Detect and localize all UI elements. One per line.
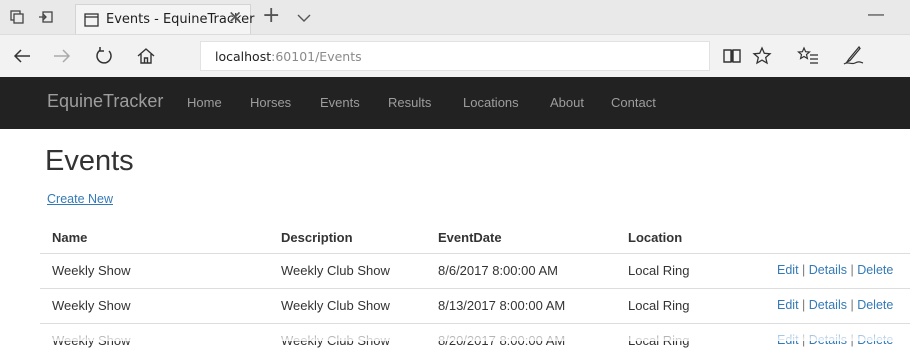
separator: |	[850, 263, 854, 277]
tab-actions-icon[interactable]	[9, 9, 25, 25]
favorite-star-icon[interactable]	[752, 46, 772, 71]
browser-tab-strip: Events - EquineTracker ✕ + —	[0, 0, 910, 35]
set-tabs-aside-icon[interactable]	[38, 9, 54, 25]
cell-description: Weekly Club Show	[281, 298, 390, 313]
separator: |	[802, 263, 806, 277]
chevron-down-icon[interactable]	[297, 10, 311, 28]
nav-link-horses[interactable]: Horses	[250, 95, 291, 110]
new-tab-icon[interactable]: +	[262, 3, 280, 28]
separator: |	[802, 298, 806, 312]
site-brand[interactable]: EquineTracker	[47, 91, 163, 112]
bottom-fade	[0, 330, 910, 341]
nav-link-about[interactable]: About	[550, 95, 584, 110]
address-bar[interactable]: localhost:60101/Events	[200, 41, 710, 71]
row-actions: Edit | Details | Delete	[777, 263, 893, 277]
cell-location: Local Ring	[628, 263, 690, 278]
favorites-hub-icon[interactable]	[797, 46, 819, 71]
site-navbar: EquineTracker Home Horses Events Results…	[0, 77, 910, 129]
separator: |	[850, 298, 854, 312]
header-divider	[40, 253, 910, 254]
nav-link-results[interactable]: Results	[388, 95, 431, 110]
column-header-eventdate: EventDate	[438, 230, 502, 245]
nav-link-home[interactable]: Home	[187, 95, 222, 110]
nav-link-contact[interactable]: Contact	[611, 95, 656, 110]
cell-location: Local Ring	[628, 298, 690, 313]
home-icon[interactable]	[136, 46, 156, 71]
column-header-name: Name	[52, 230, 88, 245]
row-actions: Edit | Details | Delete	[777, 298, 893, 312]
url-path: :60101/Events	[271, 49, 362, 64]
back-arrow-icon[interactable]	[12, 46, 32, 71]
browser-toolbar: localhost:60101/Events	[0, 35, 910, 77]
column-header-location: Location	[628, 230, 683, 245]
url-host: localhost	[215, 49, 272, 64]
nav-link-locations[interactable]: Locations	[463, 95, 519, 110]
refresh-icon[interactable]	[94, 46, 114, 71]
cell-eventdate: 8/6/2017 8:00:00 AM	[438, 263, 558, 278]
create-new-link[interactable]: Create New	[47, 192, 113, 206]
page-title: Events	[45, 145, 134, 177]
delete-link[interactable]: Delete	[857, 298, 893, 312]
edit-link[interactable]: Edit	[777, 298, 799, 312]
close-tab-icon[interactable]: ✕	[228, 8, 242, 28]
delete-link[interactable]: Delete	[857, 263, 893, 277]
column-header-description: Description	[281, 230, 353, 245]
minimize-icon[interactable]: —	[868, 6, 884, 24]
row-divider	[40, 288, 910, 289]
row-divider	[40, 323, 910, 324]
edit-link[interactable]: Edit	[777, 263, 799, 277]
nav-link-events[interactable]: Events	[320, 95, 360, 110]
details-link[interactable]: Details	[809, 298, 847, 312]
reading-view-icon[interactable]	[722, 46, 742, 71]
details-link[interactable]: Details	[809, 263, 847, 277]
cell-name: Weekly Show	[52, 263, 131, 278]
url-text: localhost:60101/Events	[215, 49, 362, 64]
forward-arrow-icon[interactable]	[52, 46, 72, 71]
cell-description: Weekly Club Show	[281, 263, 390, 278]
cell-name: Weekly Show	[52, 298, 131, 313]
web-note-pen-icon[interactable]	[842, 45, 864, 71]
page-icon	[84, 13, 99, 32]
cell-eventdate: 8/13/2017 8:00:00 AM	[438, 298, 566, 313]
browser-tab-active[interactable]: Events - EquineTracker ✕	[75, 4, 254, 34]
